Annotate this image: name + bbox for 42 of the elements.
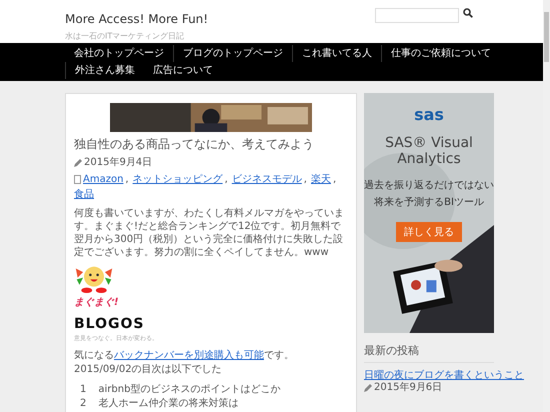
pencil-icon (364, 384, 372, 392)
category-link[interactable]: Amazon (83, 173, 124, 186)
post-title[interactable]: 独自性のある商品ってなにか、考えてみよう (74, 136, 348, 153)
mascot-logo-text: まぐまぐ! (74, 298, 120, 308)
toc-number: 2 (80, 397, 86, 410)
nav-link[interactable]: ブログのトップページ (173, 45, 292, 62)
toc-item: airbnb型のビジネスのポイントはどこか (98, 383, 280, 396)
scrollbar-thumb[interactable] (544, 12, 549, 62)
sas-logo: sas (414, 105, 444, 124)
recent-post-link[interactable]: 日曜の夜にブログを書くということ (364, 369, 524, 382)
recent-post-date: 2015年9月6日 (374, 382, 442, 394)
toc-intro: 2015/09/02の目次は以下でした (74, 363, 223, 376)
nav-link[interactable]: これ書いてる人 (292, 45, 381, 62)
search-field[interactable] (375, 8, 459, 23)
category-link[interactable]: ネットショッピング (132, 173, 223, 186)
nav-link[interactable]: 仕事のご依頼について (381, 45, 500, 62)
search-icon[interactable] (463, 8, 473, 18)
comma: , (332, 174, 336, 186)
comma: , (224, 174, 228, 186)
post-paragraph: 何度も書いていますが、わたくし有料メルマガをやっています。まぐまぐ!だと総合ランキングで12位です。初月無料で翌月から300円（税別）という完全に価格付けに失敗した設定でございます。努力の割に全くペイしてません。www (74, 207, 345, 259)
nav-link[interactable]: 会社のトップページ (65, 45, 173, 62)
post-date: 2015年9月4日 (84, 157, 152, 169)
category-link[interactable]: ビジネスモデル (232, 173, 302, 186)
toc-item: 老人ホーム仲介業の将来対策は (98, 397, 238, 410)
sas-ad[interactable]: sas SAS® Visual Analytics 過去を振り返るだけではない 将来を予測するBIツール 詳しく見る (364, 93, 494, 333)
category-link[interactable]: 楽天 (310, 173, 331, 186)
comma: , (125, 174, 129, 186)
site-title[interactable]: More Access! More Fun! (65, 12, 214, 26)
ad-copy: 過去を振り返るだけではない (364, 178, 494, 192)
backnumber-text: 気になるバックナンバーを別途購入も可能です。 (74, 349, 295, 362)
nav-link[interactable]: 外注さん募集 (65, 62, 144, 79)
category-link[interactable]: 食品 (74, 188, 94, 201)
nav-link[interactable]: 広告について (144, 62, 222, 79)
toc-number: 1 (80, 383, 86, 396)
blogos-logo: BLOGOS (74, 316, 146, 332)
recent-posts-heading: 最新の投稿 (364, 343, 494, 363)
ad-copy: 将来を予測するBIツール (374, 196, 484, 209)
ad-headline: SAS® Visual Analytics (384, 135, 474, 167)
backnumber-link[interactable]: バックナンバーを別途購入も可能 (114, 350, 264, 361)
site-tagline: 水は一石のITマーケティング日記 (65, 31, 184, 42)
comma: , (304, 174, 307, 186)
pencil-icon (74, 159, 82, 167)
